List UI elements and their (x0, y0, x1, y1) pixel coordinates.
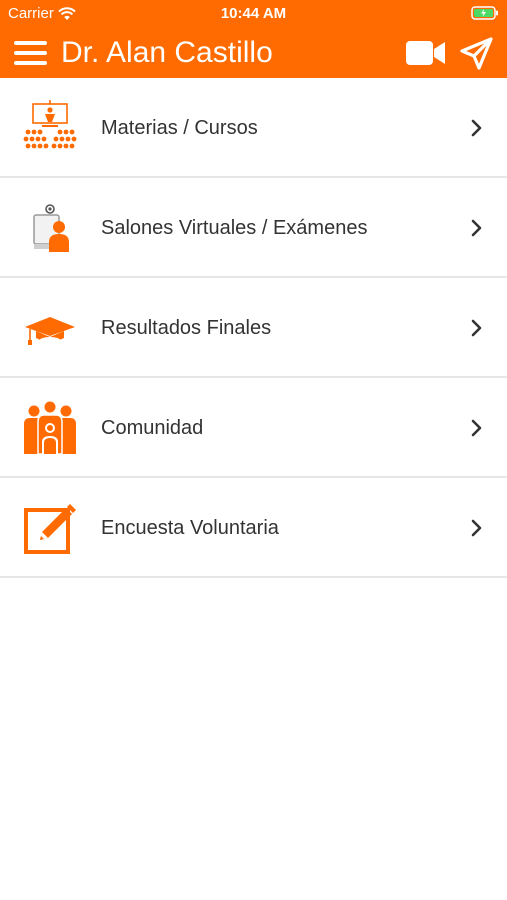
classroom-icon (23, 100, 77, 149)
send-icon[interactable] (460, 37, 493, 70)
community-icon (24, 401, 76, 455)
chevron-right-icon (471, 419, 482, 437)
page-title: Dr. Alan Castillo (61, 36, 273, 69)
menu-item-comunidad[interactable]: Comunidad (0, 378, 507, 478)
battery-icon (471, 6, 499, 24)
edit-survey-icon (24, 504, 76, 554)
virtual-classroom-icon (33, 204, 69, 252)
chevron-right-icon (471, 219, 482, 237)
navigation-bar: Dr. Alan Castillo (0, 28, 507, 78)
menu-item-encuesta-voluntaria[interactable]: Encuesta Voluntaria (0, 478, 507, 578)
chevron-right-icon (471, 519, 482, 537)
menu-item-materias-cursos[interactable]: Materias / Cursos (0, 78, 507, 178)
menu-item-resultados-finales[interactable]: Resultados Finales (0, 278, 507, 378)
status-bar: Carrier 10:44 AM (0, 0, 507, 28)
menu-item-label: Comunidad (101, 417, 204, 439)
menu-item-salones-virtuales[interactable]: Salones Virtuales / Exámenes (0, 178, 507, 278)
status-time: 10:44 AM (220, 5, 287, 22)
app-screen: Carrier 10:44 AM Dr. Alan Castillo Mater… (0, 0, 507, 900)
main-menu-list: Materias / Cursos Salones Virtuales / Ex… (0, 78, 507, 578)
menu-item-label: Materias / Cursos (101, 117, 258, 139)
chevron-right-icon (471, 319, 482, 337)
menu-item-label: Resultados Finales (101, 317, 272, 339)
chevron-right-icon (471, 119, 482, 137)
menu-item-label: Salones Virtuales / Exámenes (101, 217, 368, 239)
graduation-cap-icon (25, 317, 75, 345)
menu-item-label: Encuesta Voluntaria (101, 517, 279, 539)
video-camera-icon[interactable] (406, 40, 446, 66)
hamburger-menu-button[interactable] (14, 39, 48, 67)
